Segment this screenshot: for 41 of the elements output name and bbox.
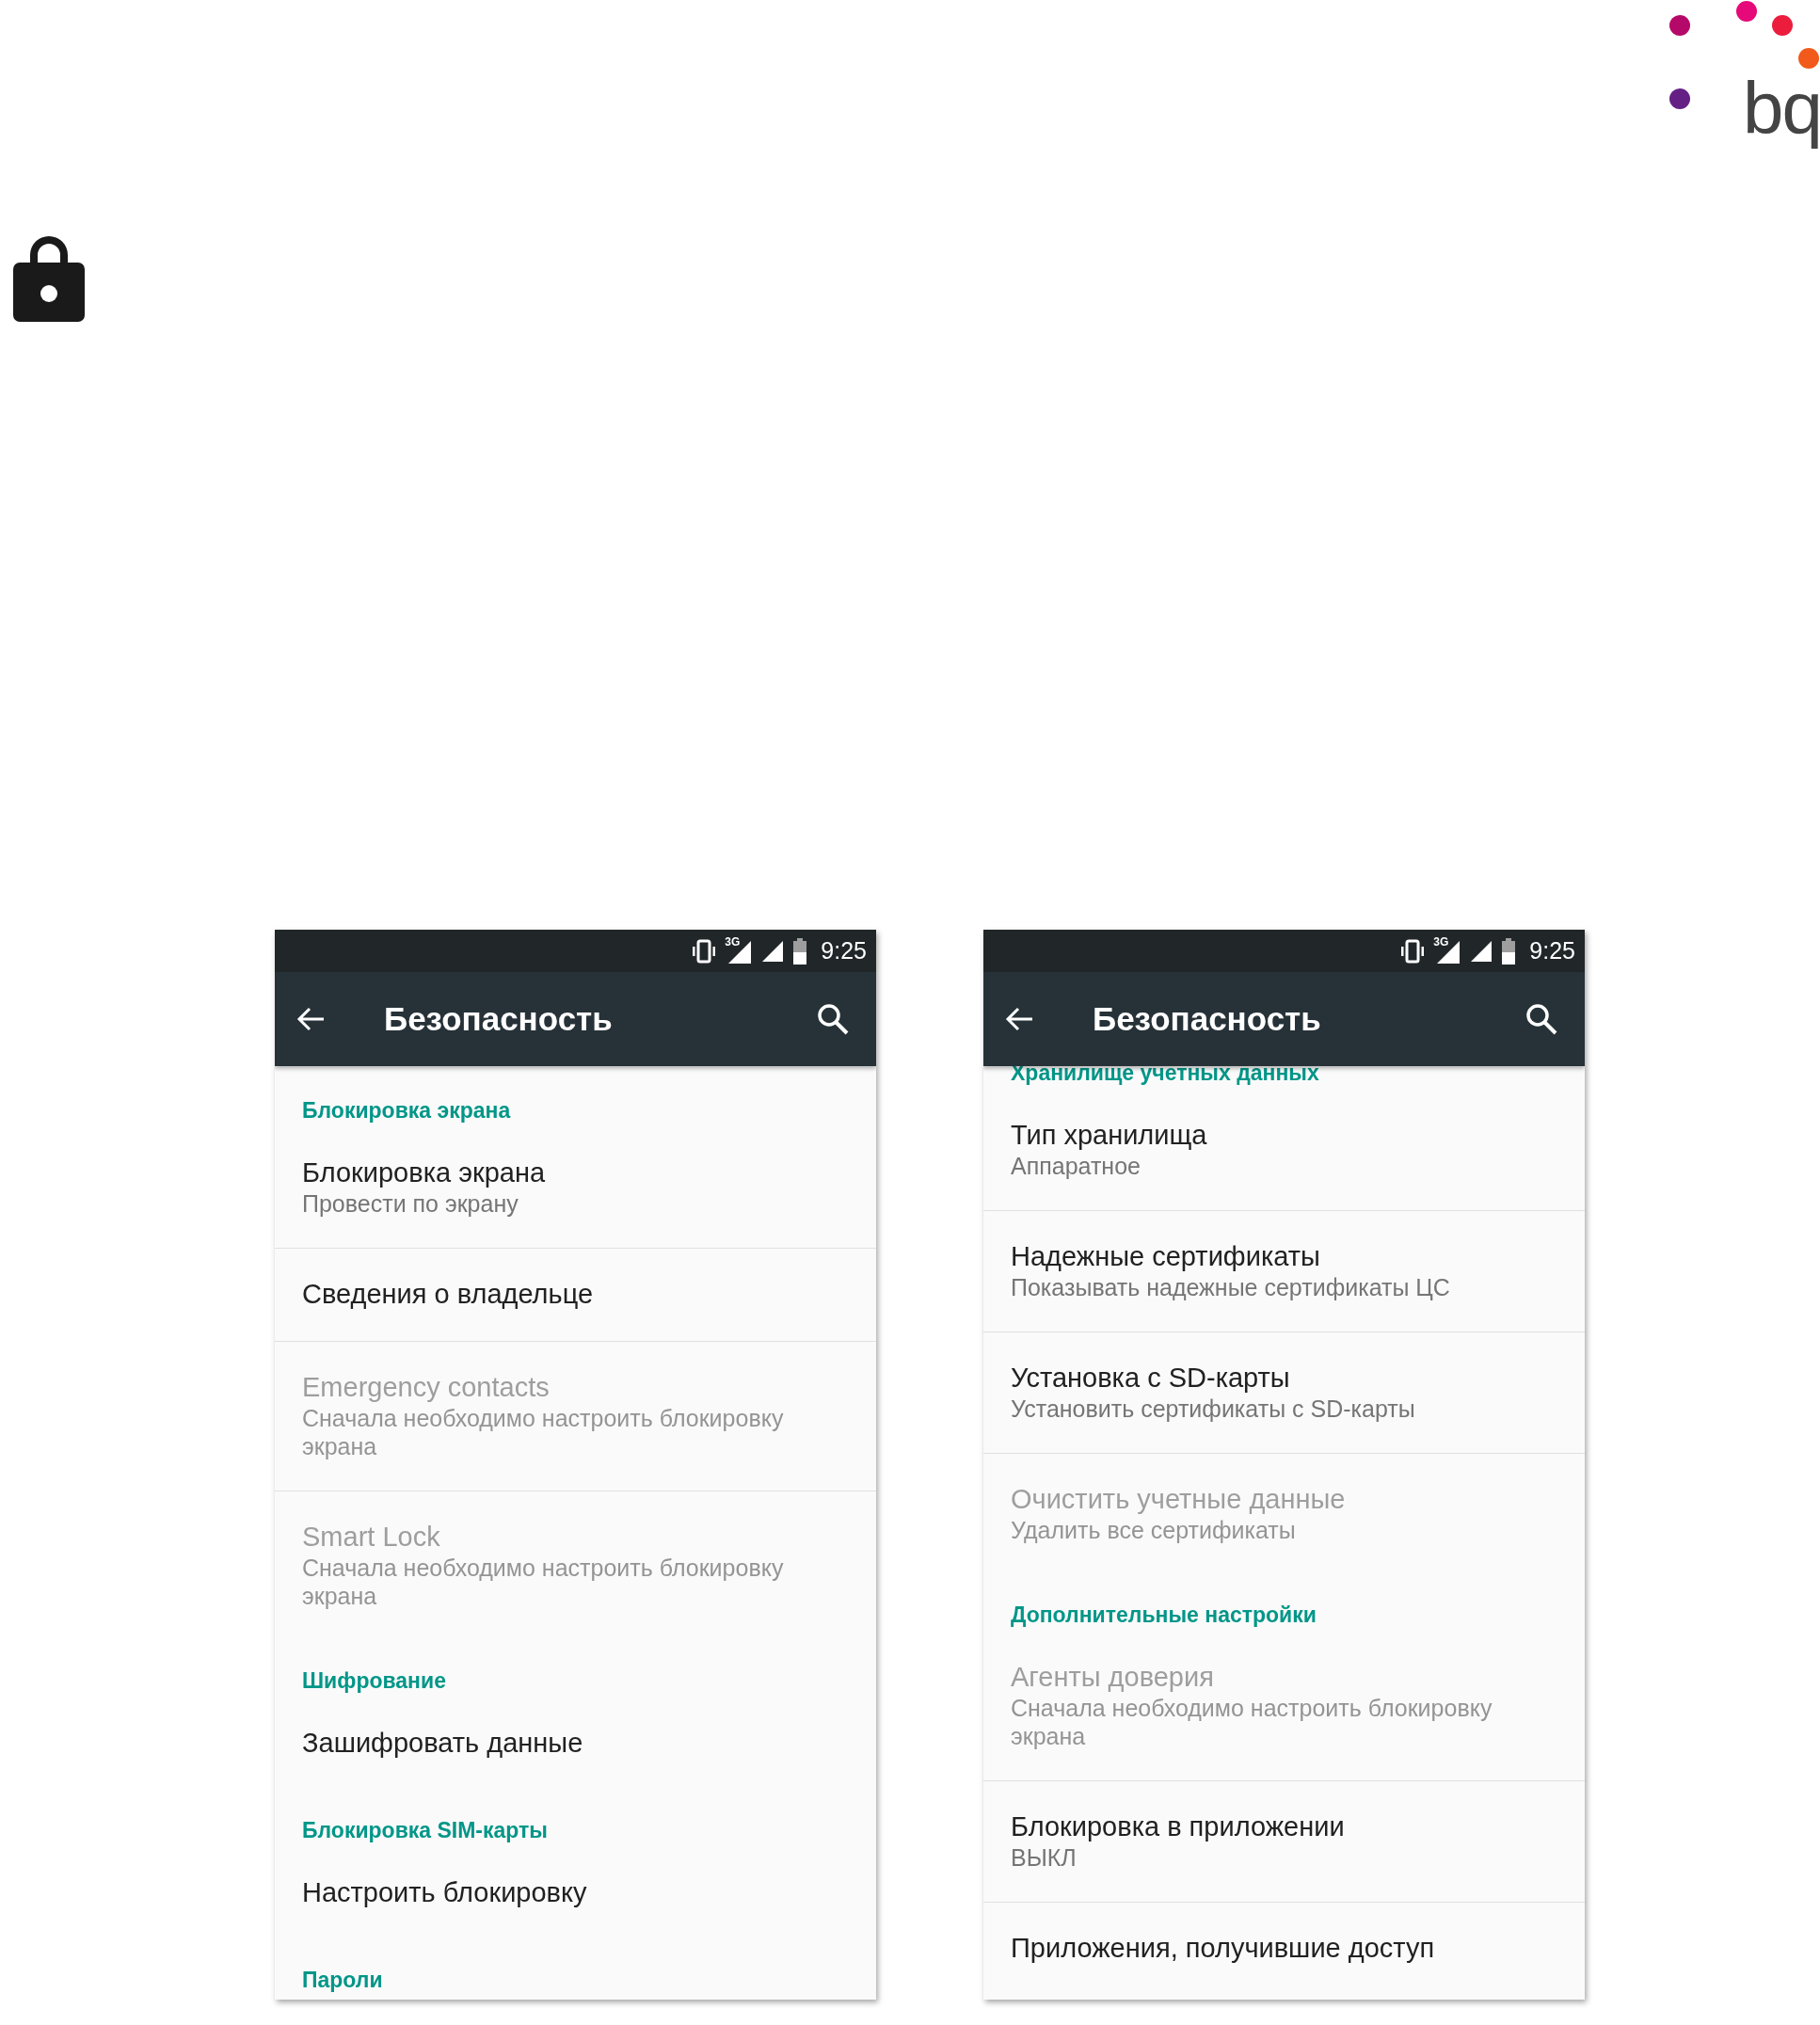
setting-title[interactable]: Тип хранилища: [1011, 1118, 1506, 1152]
setting-summary: Сначала необходимо настроить блокировку экрана: [1011, 1694, 1493, 1750]
setting-summary: Аппаратное: [1011, 1152, 1141, 1180]
logo-text: bq: [1743, 66, 1820, 151]
section-header: Блокировка SIM-карты: [301, 1817, 549, 1844]
section-header: Хранилище учетных данных: [1010, 1066, 1320, 1087]
search-icon[interactable]: [1525, 1002, 1558, 1036]
setting-title[interactable]: Настроить блокировку: [302, 1875, 797, 1909]
setting-summary: Сначала необходимо настроить блокировку экрана: [302, 1404, 785, 1460]
section-header: Блокировка экрана: [301, 1097, 512, 1124]
battery-icon: [1501, 937, 1517, 965]
battery-icon: [792, 937, 808, 965]
section-header: Пароли: [301, 1967, 384, 1994]
setting-summary: Показывать надежные сертификаты ЦС: [1011, 1273, 1451, 1301]
setting-summary: Провести по экрану: [302, 1189, 519, 1218]
setting-summary: Удалить все сертификаты: [1011, 1516, 1297, 1544]
network-label: 3G: [725, 934, 741, 949]
section-header: Шифрование: [301, 1667, 447, 1695]
setting-title[interactable]: Зашифровать данные: [302, 1726, 797, 1760]
clock-time: 9:25: [821, 937, 867, 965]
setting-title[interactable]: Блокировка экрана: [302, 1156, 797, 1189]
vibrate-icon: [1399, 938, 1427, 964]
setting-title[interactable]: Блокировка в приложении: [1011, 1810, 1506, 1843]
setting-title: Smart Lock: [302, 1521, 441, 1554]
setting-title: Очистить учетные данные: [1011, 1483, 1347, 1516]
section-header: Дополнительные настройки: [1010, 1602, 1317, 1629]
setting-title[interactable]: Установка с SD-карты: [1011, 1361, 1506, 1395]
network-label: 3G: [1433, 934, 1449, 949]
search-icon[interactable]: [816, 1002, 850, 1036]
setting-title: Emergency contacts: [302, 1371, 551, 1404]
setting-summary: ВЫКЛ: [1011, 1843, 1078, 1872]
setting-title[interactable]: Сведения о владельце: [302, 1277, 797, 1311]
setting-title: Агенты доверия: [1011, 1661, 1215, 1694]
clock-time: 9:25: [1529, 937, 1575, 965]
setting-title[interactable]: Приложения, получившие доступ: [1011, 1931, 1506, 1965]
screen-title: Безопасность: [1093, 1000, 1322, 1038]
screen-title: Безопасность: [384, 1000, 614, 1038]
setting-title[interactable]: Надежные сертификаты: [1011, 1239, 1506, 1273]
setting-summary: Сначала необходимо настроить блокировку экрана: [302, 1554, 785, 1610]
vibrate-icon: [691, 938, 718, 964]
setting-summary: Установить сертификаты с SD-карты: [1011, 1395, 1416, 1423]
